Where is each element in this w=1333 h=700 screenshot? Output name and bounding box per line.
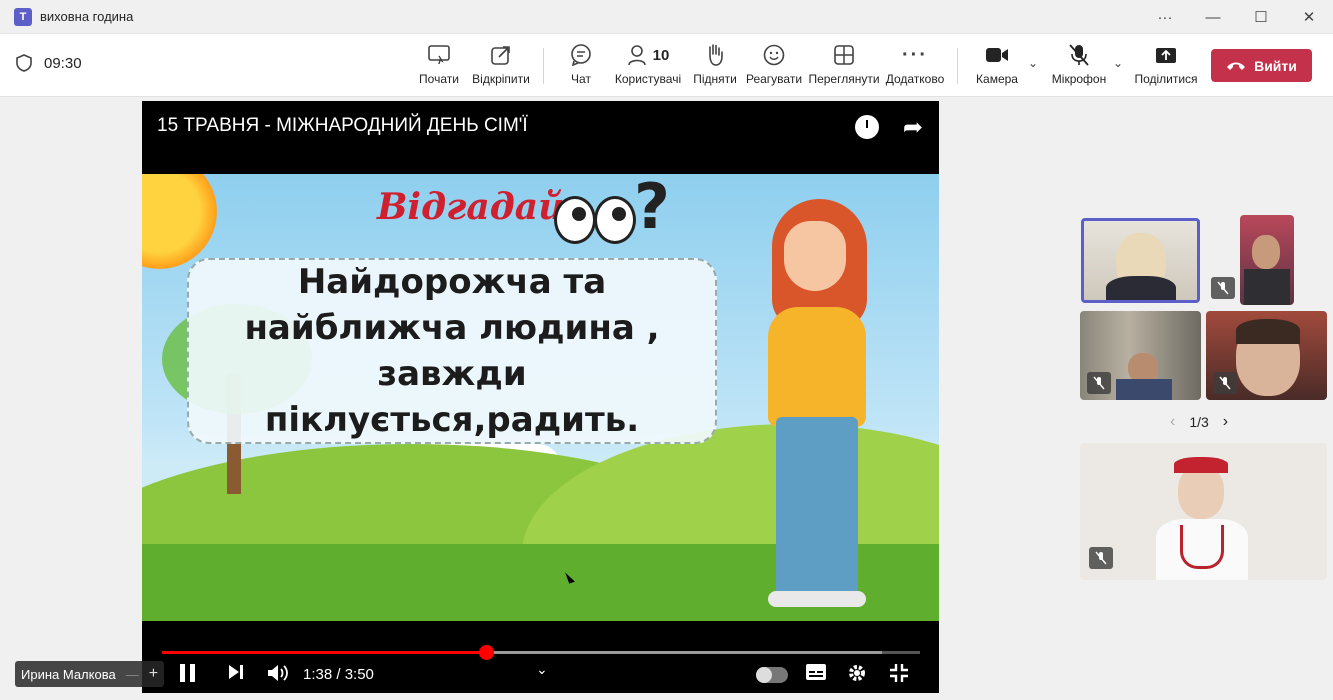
mic-off-icon [1213, 372, 1237, 394]
toolbar-divider [957, 48, 958, 84]
chat-icon [570, 42, 592, 68]
cartoon-woman [762, 199, 872, 619]
captions-icon[interactable] [805, 663, 827, 687]
chevron-down-icon[interactable]: ⌄ [536, 661, 548, 678]
progress-bar[interactable] [162, 645, 920, 660]
meeting-toolbar: 09:30 Почати Відкріпити Чат 10 Користува… [0, 34, 1333, 97]
minimize-icon[interactable]: — [1189, 0, 1237, 34]
video-frame: Відгадай ? Найдорожча та найближча людин… [142, 174, 939, 621]
player-controls: 1:38 / 3:50 ⌄ [142, 621, 939, 693]
more-icon: ··· [902, 43, 928, 66]
meeting-timer: 09:30 [16, 54, 82, 72]
toolbar-divider [543, 48, 544, 84]
presenter-name-tag: Ирина Малкова — + [15, 661, 165, 687]
people-button[interactable]: 10 Користувачі [613, 42, 683, 92]
view-button[interactable]: Переглянути [808, 42, 880, 92]
close-icon[interactable]: ✕ [1285, 0, 1333, 34]
people-label: Користувачі [614, 72, 682, 86]
react-label: Реагувати [745, 72, 803, 86]
slide-heading: Відгадай [377, 186, 565, 228]
chevron-down-icon[interactable]: ⌄ [1028, 56, 1038, 70]
window-title: виховна година [40, 9, 134, 24]
page-indicator: 1/3 [1189, 414, 1209, 430]
popout-button[interactable]: Відкріпити [471, 42, 531, 92]
time-display: 1:38 / 3:50 [303, 666, 374, 683]
scrubber-handle[interactable] [479, 645, 495, 660]
minus-icon[interactable]: — [126, 667, 139, 682]
mic-off-icon [1211, 277, 1235, 299]
more-icon[interactable]: ··· [1141, 0, 1189, 34]
share-upload-icon [1155, 42, 1177, 68]
raise-hand-icon [705, 42, 725, 68]
camera-button[interactable]: Камера [974, 42, 1020, 92]
shield-icon [16, 54, 32, 72]
pause-icon[interactable] [179, 663, 197, 689]
raise-hand-label: Підняти [693, 72, 737, 86]
participant-tile[interactable] [1240, 215, 1294, 305]
mic-off-icon [1068, 42, 1090, 68]
played-bar [162, 651, 487, 654]
next-icon[interactable] [227, 663, 245, 687]
more-label: Додатково [885, 72, 945, 86]
maximize-icon[interactable]: ☐ [1237, 0, 1285, 34]
timer-text: 09:30 [44, 54, 82, 72]
plus-icon[interactable]: + [149, 665, 158, 683]
share-button[interactable]: Поділитися [1134, 42, 1198, 92]
watch-later-icon[interactable] [855, 115, 879, 139]
autoplay-toggle[interactable] [756, 667, 788, 683]
sun-icon [142, 174, 217, 269]
people-icon: 10 [627, 42, 670, 68]
exit-fullscreen-icon[interactable] [889, 663, 909, 689]
gallery-pager: ‹ 1/3 › [1170, 413, 1228, 431]
share-screen-icon [428, 42, 450, 68]
popout-label: Відкріпити [472, 72, 530, 86]
raise-hand-button[interactable]: Підняти [692, 42, 738, 92]
mic-off-icon [1087, 372, 1111, 394]
mic-button[interactable]: Мікрофон [1048, 42, 1110, 92]
youtube-player[interactable]: 15 ТРАВНЯ - МІЖНАРОДНИЙ ДЕНЬ СІМ'Ї ➦ Від… [142, 101, 939, 693]
camera-icon [985, 42, 1009, 68]
chat-button[interactable]: Чат [566, 42, 596, 92]
participant-tile[interactable] [1080, 443, 1327, 580]
chevron-right-icon[interactable]: › [1223, 413, 1228, 431]
teams-icon: T [14, 7, 32, 26]
participant-tile-active[interactable] [1081, 218, 1200, 303]
emoji-icon [763, 42, 785, 68]
window-controls: ··· — ☐ ✕ [1141, 0, 1333, 34]
chevron-left-icon[interactable]: ‹ [1170, 413, 1175, 431]
mic-off-icon [1089, 547, 1113, 569]
popout-icon [491, 42, 511, 68]
view-label: Переглянути [808, 72, 880, 86]
leave-button[interactable]: Вийти [1211, 49, 1312, 82]
participant-count: 10 [652, 46, 670, 64]
volume-icon[interactable] [267, 663, 289, 689]
more-button[interactable]: ··· Додатково [884, 42, 946, 92]
react-button[interactable]: Реагувати [746, 42, 802, 92]
riddle-text: Найдорожча та найближча людина , завжди … [244, 262, 660, 440]
share-arrow-icon[interactable]: ➦ [903, 113, 923, 142]
view-icon [834, 42, 854, 68]
eyes-icon [554, 196, 644, 248]
start-share-label: Почати [419, 72, 459, 86]
meeting-stage: 15 ТРАВНЯ - МІЖНАРОДНИЙ ДЕНЬ СІМ'Ї ➦ Від… [0, 97, 1333, 700]
leave-label: Вийти [1254, 57, 1297, 74]
presenter-name: Ирина Малкова [21, 666, 116, 682]
mic-label: Мікрофон [1051, 72, 1107, 86]
share-label: Поділитися [1134, 72, 1198, 86]
start-share-button[interactable]: Почати [415, 42, 463, 92]
hangup-icon [1227, 62, 1246, 70]
settings-gear-icon[interactable] [847, 663, 867, 689]
chevron-down-icon[interactable]: ⌄ [1113, 56, 1123, 70]
window-titlebar: T виховна година ··· — ☐ ✕ [0, 0, 1333, 34]
video-title: 15 ТРАВНЯ - МІЖНАРОДНИЙ ДЕНЬ СІМ'Ї [157, 115, 528, 136]
camera-label: Камера [976, 72, 1018, 86]
riddle-card: Найдорожча та найближча людина , завжди … [187, 258, 717, 444]
chat-label: Чат [571, 72, 591, 86]
question-mark-icon: ? [634, 174, 670, 243]
